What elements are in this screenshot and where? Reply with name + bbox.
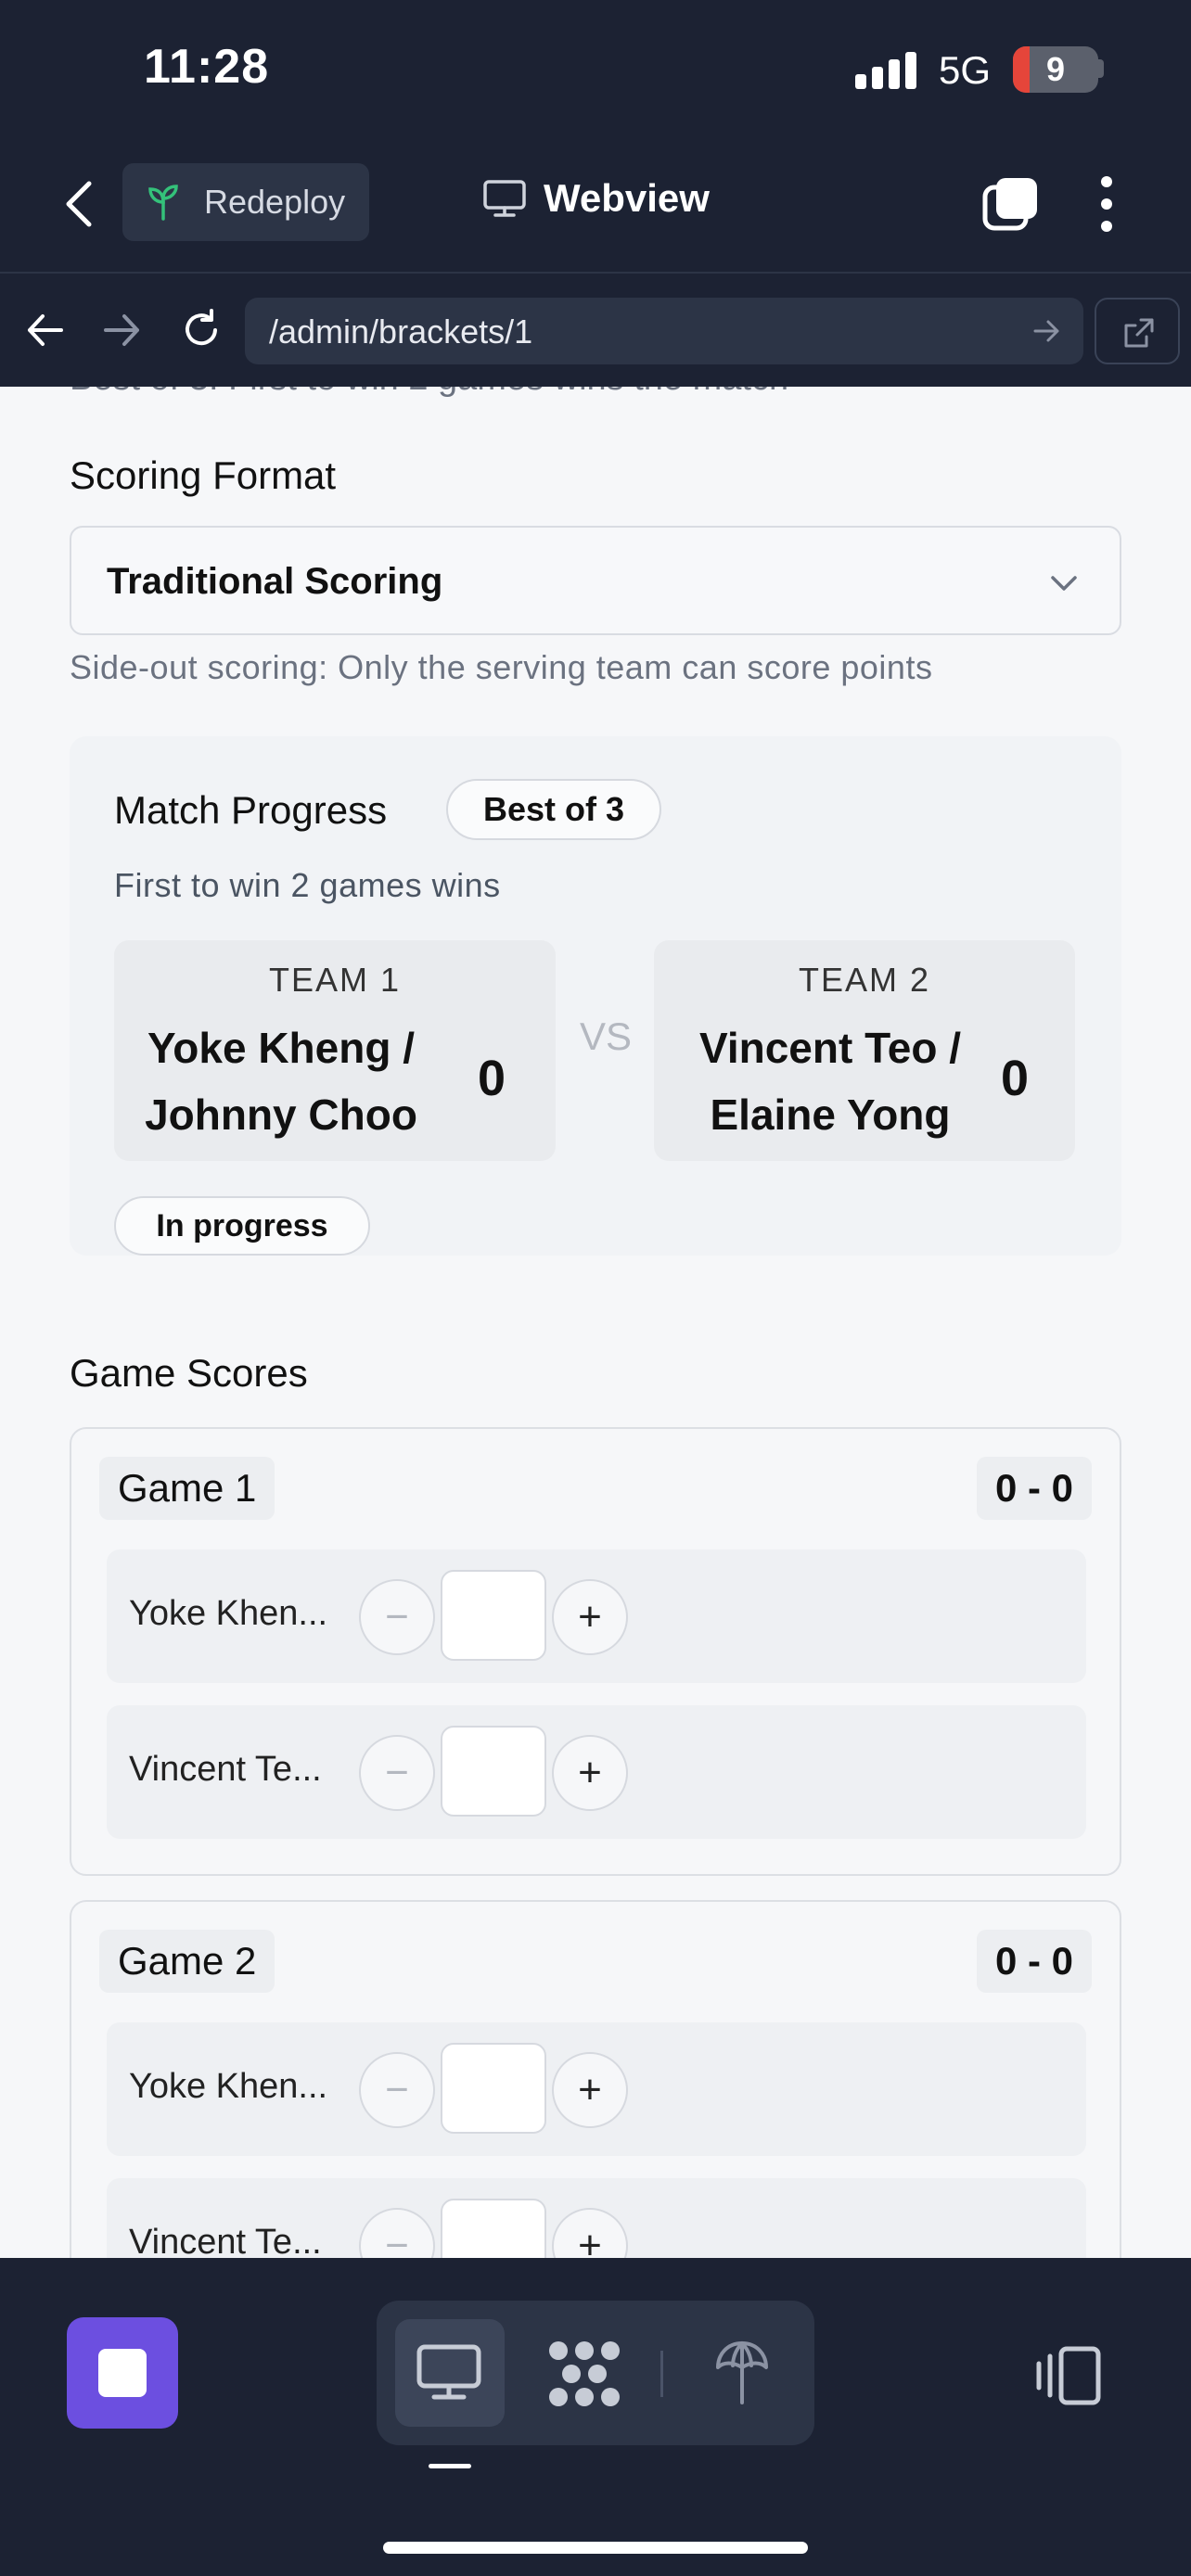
cellular-signal-icon (855, 52, 916, 89)
decrement-button[interactable]: − (359, 2052, 435, 2128)
player-score-row: Vincent Te... − + (107, 1705, 1086, 1839)
stop-button[interactable] (67, 2317, 178, 2429)
player-score-row: Yoke Khen... − + (107, 2022, 1086, 2156)
url-toolbar: /admin/brackets/1 (0, 274, 1191, 387)
webview-title-text: Webview (544, 176, 710, 220)
score-input[interactable] (441, 1726, 546, 1817)
reload-icon[interactable] (178, 307, 224, 353)
player-score-row: Vincent Te... − + (107, 2178, 1086, 2258)
team-1-name-line1: Yoke Kheng / (147, 1024, 415, 1072)
decrement-button[interactable]: − (359, 1579, 435, 1655)
team-2-score: 0 (1001, 1051, 1030, 1106)
game-card: Game 1 0 - 0 Yoke Khen... − + Vincent Te… (70, 1427, 1121, 1876)
arrow-left-icon[interactable] (22, 307, 69, 353)
player-name: Yoke Khen... (129, 2067, 328, 2106)
stop-icon (98, 2349, 147, 2397)
back-chevron-icon[interactable] (58, 176, 102, 232)
deploy-icon[interactable] (714, 2338, 770, 2406)
team-1-name-line2: Johnny Choo (145, 1090, 417, 1139)
player-name: Vincent Te... (129, 1750, 322, 1789)
side-panel-icon[interactable] (1035, 2343, 1104, 2408)
more-vertical-icon[interactable] (1093, 174, 1121, 234)
bottom-toolbar (0, 2258, 1191, 2576)
player-name: Vincent Te... (129, 2223, 322, 2258)
monitor-icon (483, 180, 526, 217)
decrement-button[interactable]: − (359, 2208, 435, 2258)
score-input[interactable] (441, 2043, 546, 2134)
battery-indicator: 9 (1013, 46, 1098, 93)
web-content: Best of 3: First to win 2 games wins the… (0, 387, 1191, 2258)
team-2-label: TEAM 2 (798, 961, 931, 999)
arrow-right-icon[interactable] (98, 307, 145, 353)
scoring-format-select[interactable]: Traditional Scoring (70, 526, 1121, 635)
match-progress-card: Match Progress Best of 3 First to win 2 … (70, 736, 1121, 1256)
increment-button[interactable]: + (552, 2208, 628, 2258)
status-time: 11:28 (144, 40, 270, 94)
game-title: Game 2 (99, 1930, 275, 1993)
apps-icon[interactable] (547, 2340, 621, 2408)
game-scores-title: Game Scores (70, 1351, 308, 1395)
team-2-name-line1: Vincent Teo / (698, 1024, 962, 1072)
match-status-badge: In progress (114, 1196, 370, 1256)
monitor-icon (416, 2344, 481, 2400)
redeploy-label: Redeploy (204, 183, 346, 221)
scoring-format-label: Scoring Format (70, 453, 337, 497)
vs-label: VS (580, 1014, 633, 1058)
home-indicator[interactable] (383, 2542, 808, 2554)
score-input[interactable] (441, 2199, 546, 2258)
chevron-down-icon (1051, 576, 1077, 591)
player-name: Yoke Khen... (129, 1594, 328, 1633)
scoring-format-value: Traditional Scoring (107, 561, 443, 602)
redeploy-button[interactable]: Redeploy (122, 163, 369, 241)
arrow-go-icon[interactable] (1031, 316, 1061, 346)
match-progress-title: Match Progress (114, 788, 388, 832)
battery-level: 9 (1045, 50, 1066, 88)
game-card: Game 2 0 - 0 Yoke Khen... − + Vincent Te… (70, 1900, 1121, 2258)
match-progress-subtitle: First to win 2 games wins (114, 866, 501, 904)
webview-title: Webview (482, 176, 710, 221)
network-type: 5G (939, 48, 992, 92)
view-switcher (377, 2301, 814, 2445)
team-1-score: 0 (478, 1051, 506, 1106)
team-1-names: Yoke Kheng / Johnny Choo (142, 1014, 420, 1148)
active-tab-indicator (429, 2464, 471, 2468)
url-input[interactable]: /admin/brackets/1 (245, 298, 1083, 364)
sprout-icon (148, 185, 178, 221)
player-score-row: Yoke Khen... − + (107, 1549, 1086, 1683)
best-of-badge: Best of 3 (446, 779, 661, 840)
game-total-score: 0 - 0 (976, 1930, 1092, 1993)
match-format-description: Best of 3: First to win 2 games wins the… (70, 387, 788, 399)
team-2-names: Vincent Teo / Elaine Yong (691, 1014, 969, 1148)
team-2-name-line2: Elaine Yong (710, 1090, 951, 1139)
score-input[interactable] (441, 1570, 546, 1661)
external-link-icon (1124, 318, 1154, 348)
team-1-card: TEAM 1 Yoke Kheng / Johnny Choo 0 (114, 940, 556, 1161)
game-title: Game 1 (99, 1457, 275, 1520)
scoring-help-text: Side-out scoring: Only the serving team … (70, 648, 933, 686)
increment-button[interactable]: + (552, 2052, 628, 2128)
open-external-button[interactable] (1095, 298, 1180, 364)
status-bar: 11:28 5G 9 (0, 0, 1191, 139)
app-header: Redeploy Webview (0, 139, 1191, 274)
tabs-icon[interactable] (981, 174, 1041, 234)
team-1-label: TEAM 1 (268, 961, 402, 999)
increment-button[interactable]: + (552, 1579, 628, 1655)
team-2-card: TEAM 2 Vincent Teo / Elaine Yong 0 (654, 940, 1075, 1161)
game-total-score: 0 - 0 (976, 1457, 1092, 1520)
decrement-button[interactable]: − (359, 1735, 435, 1811)
increment-button[interactable]: + (552, 1735, 628, 1811)
switcher-divider (660, 2351, 663, 2397)
url-text: /admin/brackets/1 (269, 312, 533, 351)
